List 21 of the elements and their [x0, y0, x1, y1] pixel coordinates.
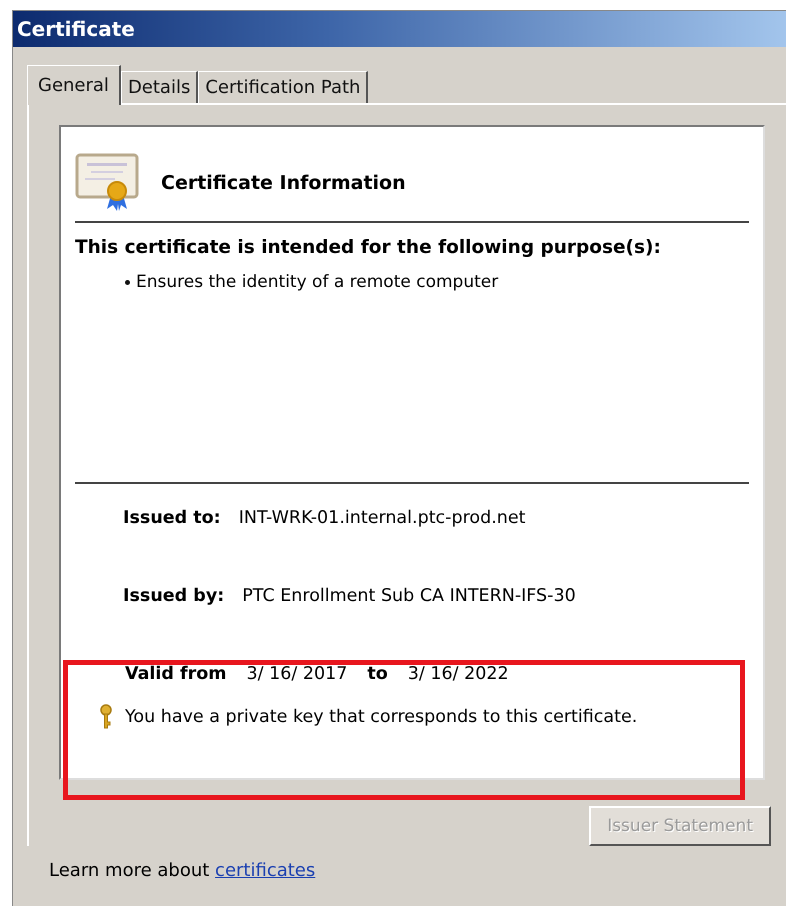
field-label: Issued by:: [123, 586, 224, 606]
window-title: Certificate: [17, 17, 135, 41]
field-label: Issued to:: [123, 508, 221, 528]
field-value: INT-WRK-01.internal.ptc-prod.net: [238, 508, 526, 528]
section-heading: Certificate Information: [161, 172, 406, 194]
purpose-item: Ensures the identity of a remote computer: [136, 272, 498, 292]
tab[interactable]: Details: [120, 71, 198, 103]
private-key-note: You have a private key that corresponds to this certificate.: [125, 707, 638, 727]
field-value: PTC Enrollment Sub CA INTERN-IFS-30: [242, 586, 576, 606]
footer-text: Learn more about: [49, 860, 210, 881]
bullet-icon: [125, 280, 130, 284]
date-value: 3/ 16/ 2017: [246, 664, 348, 684]
date-value: 3/ 16/ 2022: [408, 664, 509, 684]
field-label: Valid from: [125, 664, 227, 684]
tab[interactable]: General: [27, 65, 121, 105]
certificates-link[interactable]: certificates: [215, 860, 316, 881]
certificate-icon: [75, 153, 139, 213]
purpose-heading: This certificate is intended for the following purpose(s):: [75, 237, 662, 258]
tab[interactable]: Certification Path: [198, 71, 368, 103]
field-label: to: [367, 664, 388, 684]
key-icon: [99, 704, 113, 730]
